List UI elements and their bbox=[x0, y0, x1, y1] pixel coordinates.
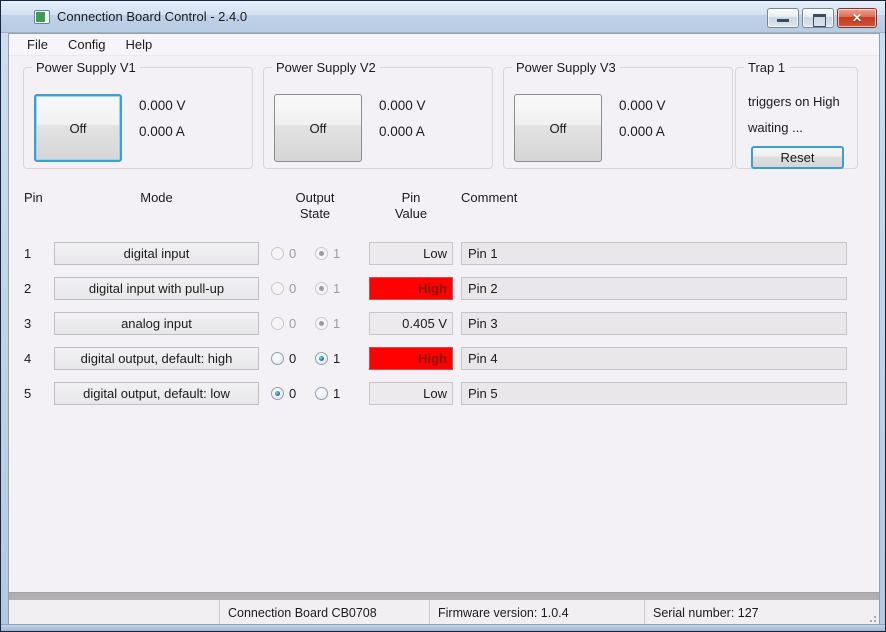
maximize-icon[interactable] bbox=[802, 8, 834, 28]
table-row: 3 analog input 0 1 0.405 V Pin 3 bbox=[24, 306, 847, 341]
table-row: 2 digital input with pull-up 0 1 High Pi… bbox=[24, 271, 847, 306]
pin-number: 2 bbox=[24, 281, 54, 296]
window-title: Connection Board Control - 2.4.0 bbox=[57, 9, 247, 24]
current-readout: 0.000 A bbox=[139, 124, 185, 139]
pin-1-comment-field[interactable]: Pin 1 bbox=[461, 242, 847, 265]
app-window: Connection Board Control - 2.4.0 File Co… bbox=[0, 0, 886, 632]
current-readout: 0.000 A bbox=[619, 124, 665, 139]
pin-5-comment-field[interactable]: Pin 5 bbox=[461, 382, 847, 405]
menu-file[interactable]: File bbox=[17, 35, 58, 54]
close-icon[interactable] bbox=[837, 8, 877, 28]
voltage-readout: 0.000 V bbox=[619, 98, 666, 113]
main-content: Power Supply V1 Off 0.000 V 0.000 A Powe… bbox=[9, 56, 879, 592]
pin-4-output-1-radio[interactable]: 1 bbox=[315, 351, 359, 366]
trap-trigger-text: triggers on High bbox=[748, 94, 840, 109]
pin-5-output-0-radio[interactable]: 0 bbox=[271, 386, 315, 401]
power-supply-v1-off-button[interactable]: Off bbox=[34, 94, 122, 162]
trap-reset-button[interactable]: Reset bbox=[751, 146, 844, 169]
table-row: 4 digital output, default: high 0 1 High… bbox=[24, 341, 847, 376]
menubar: File Config Help bbox=[9, 34, 879, 56]
voltage-readout: 0.000 V bbox=[139, 98, 186, 113]
pin-number: 4 bbox=[24, 351, 54, 366]
header-pin-value: Pin Value bbox=[369, 190, 453, 223]
pin-number: 1 bbox=[24, 246, 54, 261]
trap-status-text: waiting ... bbox=[748, 120, 803, 135]
pin-table-header: Pin Mode Output State Pin Value Comment bbox=[24, 190, 847, 236]
current-readout: 0.000 A bbox=[379, 124, 425, 139]
header-comment: Comment bbox=[461, 190, 847, 206]
minimize-icon[interactable] bbox=[767, 8, 799, 28]
pin-table: Pin Mode Output State Pin Value Comment … bbox=[24, 190, 847, 411]
titlebar[interactable]: Connection Board Control - 2.4.0 bbox=[1, 1, 885, 33]
pin-4-comment-field[interactable]: Pin 4 bbox=[461, 347, 847, 370]
pin-5-mode-button[interactable]: digital output, default: low bbox=[54, 382, 259, 405]
pin-5-output-1-radio[interactable]: 1 bbox=[315, 386, 359, 401]
status-serial-number: Serial number: 127 bbox=[644, 600, 879, 625]
status-bar: Connection Board CB0708 Firmware version… bbox=[9, 600, 879, 625]
content-bottom-edge bbox=[9, 592, 879, 600]
pin-1-output-0-radio: 0 bbox=[271, 246, 315, 261]
pin-2-comment-field[interactable]: Pin 2 bbox=[461, 277, 847, 300]
pin-number: 3 bbox=[24, 316, 54, 331]
header-mode: Mode bbox=[54, 190, 259, 206]
pin-1-value: Low bbox=[369, 242, 453, 265]
trap-1-group: Trap 1 triggers on High waiting ... Rese… bbox=[735, 67, 858, 169]
header-output-state: Output State bbox=[271, 190, 359, 223]
group-title: Trap 1 bbox=[744, 60, 789, 75]
pin-5-value: Low bbox=[369, 382, 453, 405]
app-icon bbox=[34, 10, 50, 24]
power-supply-v2-group: Power Supply V2 Off 0.000 V 0.000 A bbox=[263, 67, 493, 169]
pin-4-value: High bbox=[369, 347, 453, 370]
status-section-empty bbox=[9, 600, 219, 625]
pin-3-output-1-radio: 1 bbox=[315, 316, 359, 331]
group-title: Power Supply V1 bbox=[32, 60, 140, 75]
pin-3-output-0-radio: 0 bbox=[271, 316, 315, 331]
pin-4-mode-button[interactable]: digital output, default: high bbox=[54, 347, 259, 370]
power-supply-v3-group: Power Supply V3 Off 0.000 V 0.000 A bbox=[503, 67, 733, 169]
pin-1-output-1-radio: 1 bbox=[315, 246, 359, 261]
pin-2-output-1-radio: 1 bbox=[315, 281, 359, 296]
size-grip-icon[interactable] bbox=[865, 611, 877, 623]
menu-config[interactable]: Config bbox=[58, 35, 116, 54]
pin-1-mode-button[interactable]: digital input bbox=[54, 242, 259, 265]
pin-3-comment-field[interactable]: Pin 3 bbox=[461, 312, 847, 335]
power-supply-v2-off-button[interactable]: Off bbox=[274, 94, 362, 162]
window-frame-bottom bbox=[1, 624, 885, 631]
table-row: 1 digital input 0 1 Low Pin 1 bbox=[24, 236, 847, 271]
group-title: Power Supply V3 bbox=[512, 60, 620, 75]
menu-help[interactable]: Help bbox=[116, 35, 163, 54]
client-area: File Config Help Power Supply V1 Off 0.0… bbox=[8, 33, 880, 626]
group-title: Power Supply V2 bbox=[272, 60, 380, 75]
pin-3-mode-button[interactable]: analog input bbox=[54, 312, 259, 335]
pin-2-output-0-radio: 0 bbox=[271, 281, 315, 296]
header-pin: Pin bbox=[24, 190, 54, 206]
status-firmware-version: Firmware version: 1.0.4 bbox=[429, 600, 644, 625]
power-supply-v1-group: Power Supply V1 Off 0.000 V 0.000 A bbox=[23, 67, 253, 169]
pin-4-output-0-radio[interactable]: 0 bbox=[271, 351, 315, 366]
pin-2-mode-button[interactable]: digital input with pull-up bbox=[54, 277, 259, 300]
voltage-readout: 0.000 V bbox=[379, 98, 426, 113]
power-supply-v3-off-button[interactable]: Off bbox=[514, 94, 602, 162]
table-row: 5 digital output, default: low 0 1 Low P… bbox=[24, 376, 847, 411]
status-board-name: Connection Board CB0708 bbox=[219, 600, 429, 625]
pin-3-value: 0.405 V bbox=[369, 312, 453, 335]
pin-2-value: High bbox=[369, 277, 453, 300]
pin-number: 5 bbox=[24, 386, 54, 401]
